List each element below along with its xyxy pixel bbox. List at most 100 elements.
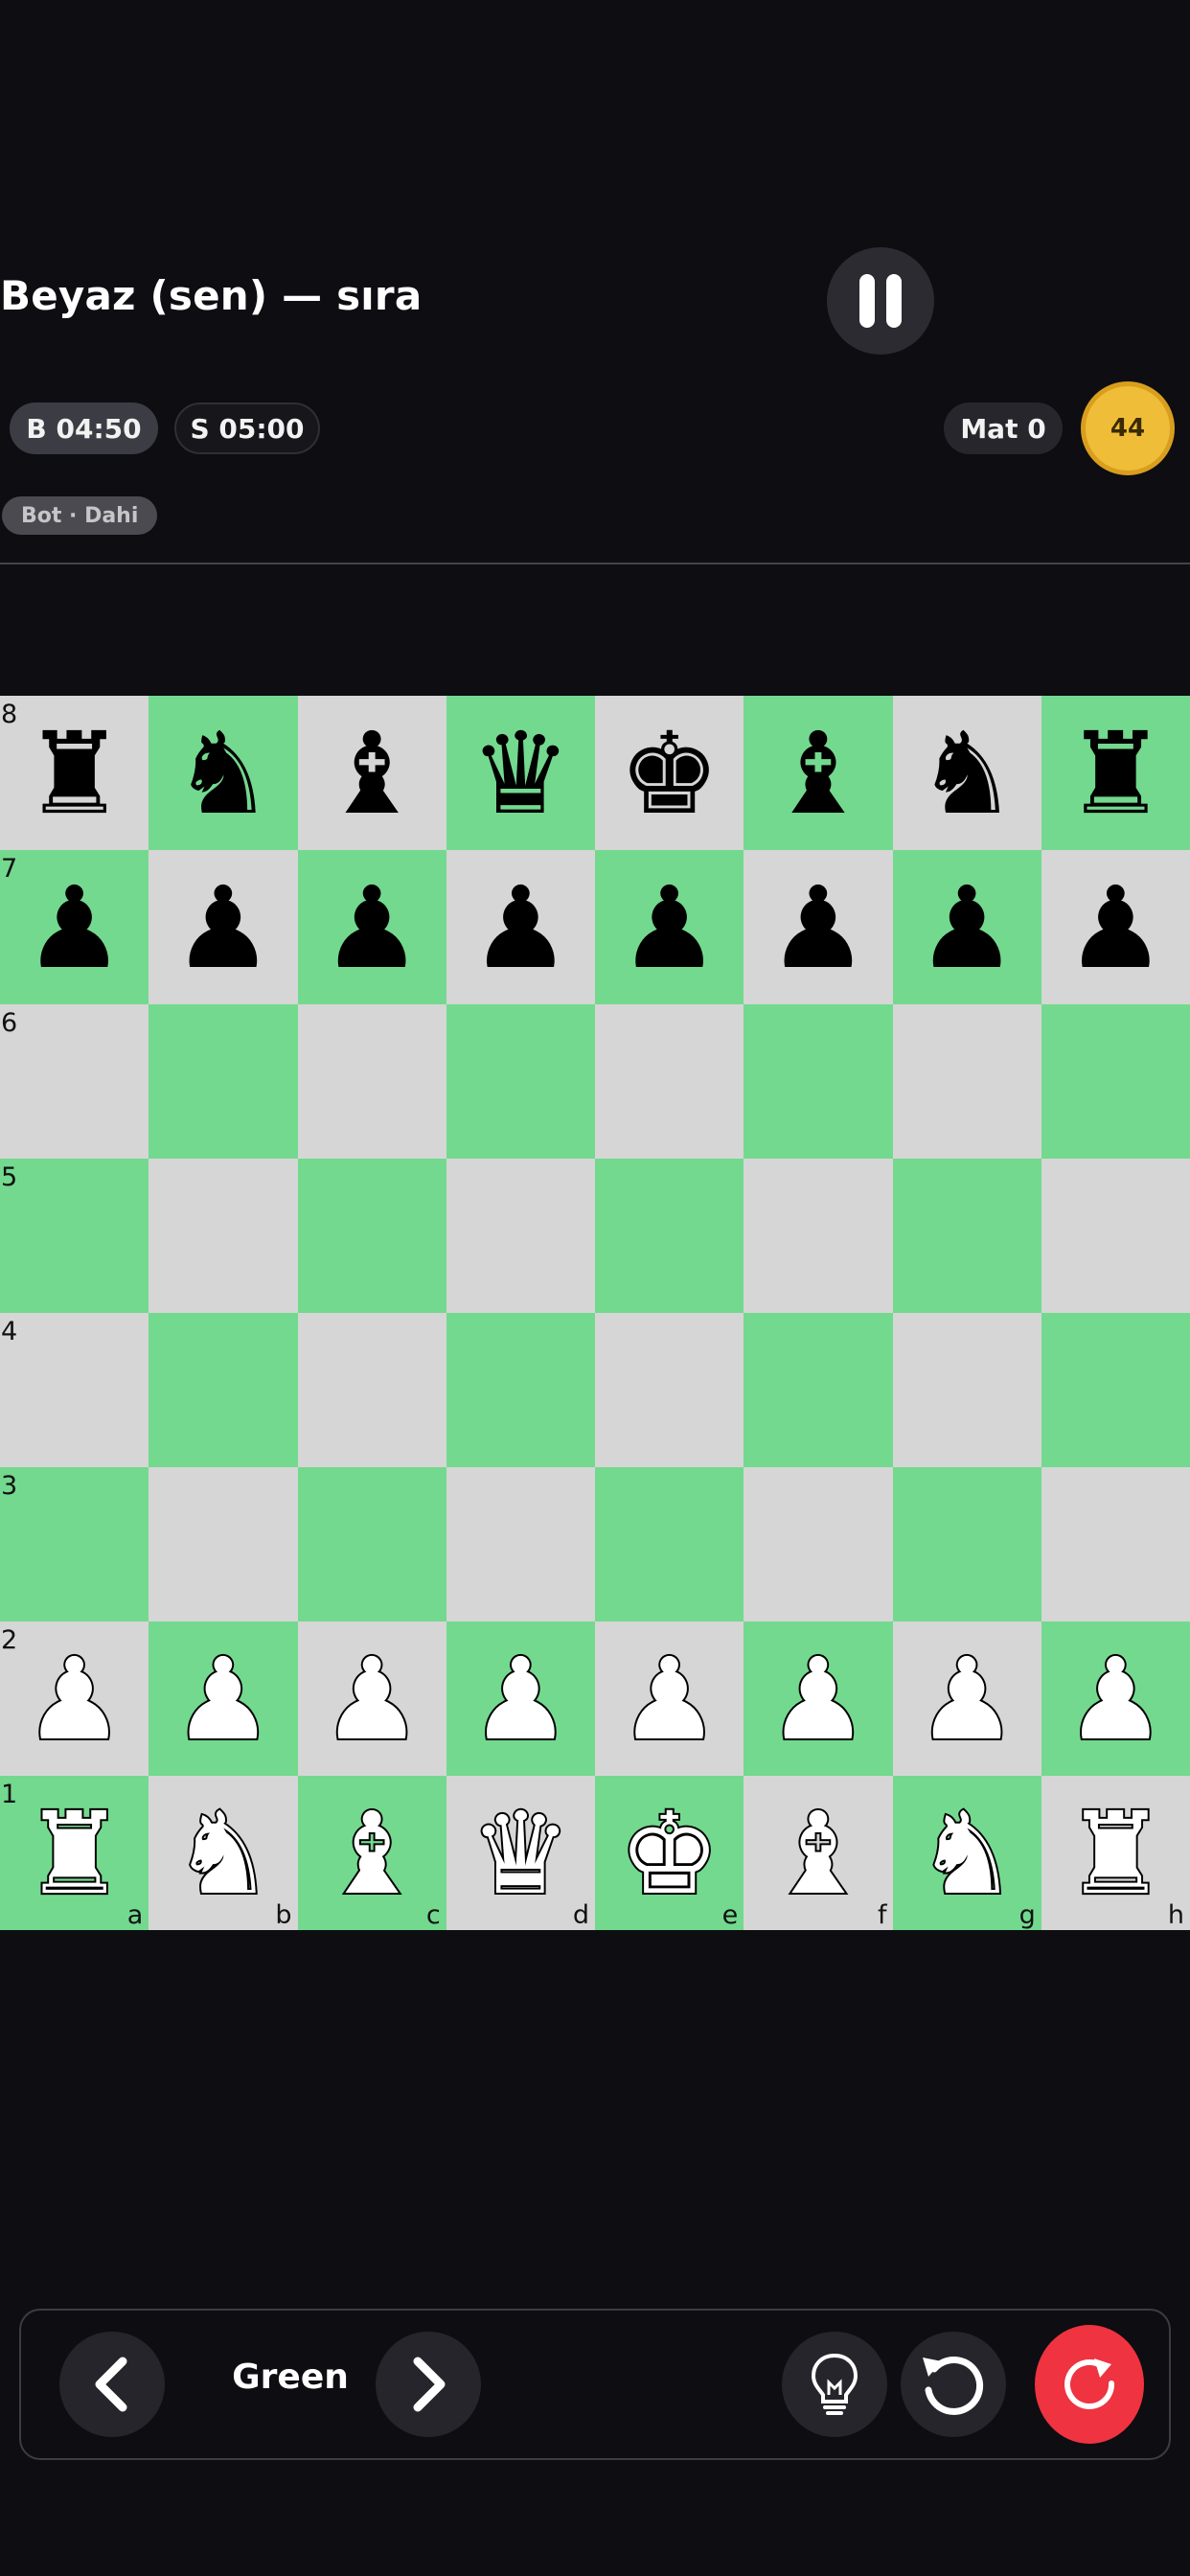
- square-e5[interactable]: [595, 1159, 744, 1313]
- square-c7[interactable]: ♟: [297, 850, 446, 1004]
- white-pawn-icon[interactable]: ♟: [22, 1641, 127, 1758]
- next-theme-button[interactable]: [376, 2332, 481, 2437]
- black-king-icon[interactable]: ♚: [619, 717, 721, 830]
- square-f5[interactable]: [744, 1159, 893, 1313]
- square-a6[interactable]: 6: [0, 1004, 149, 1159]
- white-pawn-icon[interactable]: ♟: [319, 1641, 424, 1758]
- black-rook-icon[interactable]: ♜: [24, 717, 126, 830]
- black-queen-icon[interactable]: ♛: [469, 717, 571, 830]
- square-g7[interactable]: ♟: [892, 850, 1041, 1004]
- white-pawn-icon[interactable]: ♟: [914, 1641, 1019, 1758]
- square-e1[interactable]: e ♚: [595, 1776, 744, 1930]
- square-f3[interactable]: [744, 1467, 893, 1622]
- square-d7[interactable]: ♟: [446, 850, 595, 1004]
- white-bishop-icon[interactable]: ♝: [766, 1795, 871, 1912]
- white-pawn-icon[interactable]: ♟: [617, 1641, 722, 1758]
- square-e2[interactable]: ♟: [595, 1622, 744, 1776]
- square-h4[interactable]: [1041, 1313, 1190, 1467]
- square-a3[interactable]: 3: [0, 1467, 149, 1622]
- square-f7[interactable]: ♟: [744, 850, 893, 1004]
- white-rook-icon[interactable]: ♜: [22, 1795, 127, 1912]
- black-pawn-icon[interactable]: ♟: [619, 871, 721, 984]
- square-b1[interactable]: b ♞: [149, 1776, 298, 1930]
- square-g1[interactable]: g ♞: [892, 1776, 1041, 1930]
- square-g6[interactable]: [892, 1004, 1041, 1159]
- black-knight-icon[interactable]: ♞: [172, 717, 274, 830]
- square-c8[interactable]: ♝: [297, 696, 446, 850]
- black-pawn-icon[interactable]: ♟: [24, 871, 126, 984]
- square-h5[interactable]: [1041, 1159, 1190, 1313]
- white-pawn-icon[interactable]: ♟: [766, 1641, 871, 1758]
- square-b4[interactable]: [149, 1313, 298, 1467]
- square-e4[interactable]: [595, 1313, 744, 1467]
- square-d8[interactable]: ♛: [446, 696, 595, 850]
- white-rook-icon[interactable]: ♜: [1063, 1795, 1168, 1912]
- square-d6[interactable]: [446, 1004, 595, 1159]
- white-queen-icon[interactable]: ♛: [468, 1795, 573, 1912]
- square-g4[interactable]: [892, 1313, 1041, 1467]
- square-c4[interactable]: [297, 1313, 446, 1467]
- restart-button[interactable]: [1035, 2325, 1144, 2444]
- square-c3[interactable]: [297, 1467, 446, 1622]
- square-h6[interactable]: [1041, 1004, 1190, 1159]
- square-b5[interactable]: [149, 1159, 298, 1313]
- square-f1[interactable]: f ♝: [744, 1776, 893, 1930]
- square-a4[interactable]: 4: [0, 1313, 149, 1467]
- square-e3[interactable]: [595, 1467, 744, 1622]
- square-b3[interactable]: [149, 1467, 298, 1622]
- black-pawn-icon[interactable]: ♟: [469, 871, 571, 984]
- white-pawn-icon[interactable]: ♟: [171, 1641, 276, 1758]
- black-pawn-icon[interactable]: ♟: [916, 871, 1018, 984]
- square-d3[interactable]: [446, 1467, 595, 1622]
- square-h2[interactable]: ♟: [1041, 1622, 1190, 1776]
- black-bishop-icon[interactable]: ♝: [321, 717, 423, 830]
- square-b6[interactable]: [149, 1004, 298, 1159]
- prev-theme-button[interactable]: [59, 2332, 165, 2437]
- square-h1[interactable]: h ♜: [1041, 1776, 1190, 1930]
- black-pawn-icon[interactable]: ♟: [172, 871, 274, 984]
- square-c5[interactable]: [297, 1159, 446, 1313]
- chess-board[interactable]: 8 ♜ ♞ ♝ ♛ ♚ ♝ ♞ ♜ 7 ♟ ♟ ♟ ♟ ♟ ♟ ♟ ♟ 6 5 4 3 2 ♟ ♟ ♟ ♟ ♟ ♟ ♟ ♟ 1 a ♜ b ♞ c ♝ d ♛…: [0, 696, 1190, 1930]
- square-b7[interactable]: ♟: [149, 850, 298, 1004]
- black-knight-icon[interactable]: ♞: [916, 717, 1018, 830]
- square-c1[interactable]: c ♝: [297, 1776, 446, 1930]
- square-e8[interactable]: ♚: [595, 696, 744, 850]
- square-d1[interactable]: d ♛: [446, 1776, 595, 1930]
- square-h7[interactable]: ♟: [1041, 850, 1190, 1004]
- square-a8[interactable]: 8 ♜: [0, 696, 149, 850]
- square-c2[interactable]: ♟: [297, 1622, 446, 1776]
- black-pawn-icon[interactable]: ♟: [321, 871, 423, 984]
- white-pawn-icon[interactable]: ♟: [1063, 1641, 1168, 1758]
- square-f4[interactable]: [744, 1313, 893, 1467]
- square-f8[interactable]: ♝: [744, 696, 893, 850]
- square-d5[interactable]: [446, 1159, 595, 1313]
- white-king-icon[interactable]: ♚: [617, 1795, 722, 1912]
- pause-button[interactable]: [827, 247, 934, 355]
- square-a7[interactable]: 7 ♟: [0, 850, 149, 1004]
- hint-button[interactable]: [782, 2332, 887, 2437]
- square-h3[interactable]: [1041, 1467, 1190, 1622]
- white-knight-icon[interactable]: ♞: [914, 1795, 1019, 1912]
- square-h8[interactable]: ♜: [1041, 696, 1190, 850]
- square-b2[interactable]: ♟: [149, 1622, 298, 1776]
- square-f2[interactable]: ♟: [744, 1622, 893, 1776]
- square-d2[interactable]: ♟: [446, 1622, 595, 1776]
- square-e6[interactable]: [595, 1004, 744, 1159]
- square-g2[interactable]: ♟: [892, 1622, 1041, 1776]
- square-g3[interactable]: [892, 1467, 1041, 1622]
- black-rook-icon[interactable]: ♜: [1064, 717, 1166, 830]
- white-knight-icon[interactable]: ♞: [171, 1795, 276, 1912]
- white-pawn-icon[interactable]: ♟: [468, 1641, 573, 1758]
- square-f6[interactable]: [744, 1004, 893, 1159]
- black-pawn-icon[interactable]: ♟: [1064, 871, 1166, 984]
- square-g8[interactable]: ♞: [892, 696, 1041, 850]
- square-e7[interactable]: ♟: [595, 850, 744, 1004]
- white-bishop-icon[interactable]: ♝: [319, 1795, 424, 1912]
- square-g5[interactable]: [892, 1159, 1041, 1313]
- square-d4[interactable]: [446, 1313, 595, 1467]
- square-b8[interactable]: ♞: [149, 696, 298, 850]
- square-a5[interactable]: 5: [0, 1159, 149, 1313]
- undo-button[interactable]: [901, 2332, 1006, 2437]
- square-c6[interactable]: [297, 1004, 446, 1159]
- black-bishop-icon[interactable]: ♝: [767, 717, 869, 830]
